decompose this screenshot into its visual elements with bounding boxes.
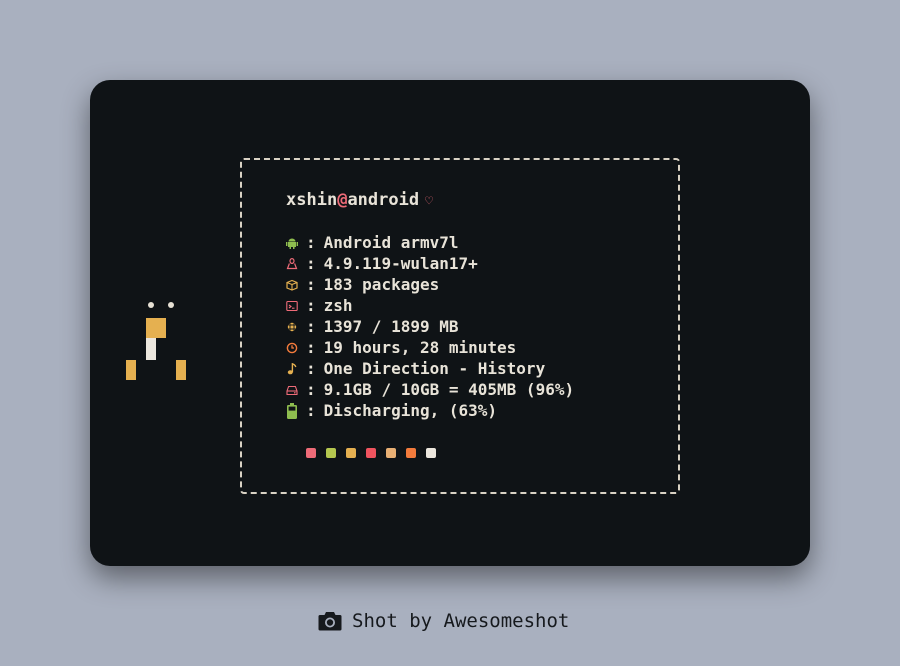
- separator: :: [306, 359, 316, 378]
- separator: :: [306, 296, 316, 315]
- separator: :: [306, 338, 316, 357]
- palette-swatch: [406, 448, 416, 458]
- mascot-body: [146, 318, 166, 338]
- clock-icon: [286, 342, 298, 353]
- list-item: : 4.9.119-wulan17+: [286, 253, 574, 274]
- memory-chip-icon: [287, 321, 297, 332]
- color-palette: [306, 448, 446, 458]
- camera-icon: [318, 612, 342, 631]
- user-host: xshin@android ♡: [286, 190, 433, 210]
- list-item: : 9.1GB / 10GB = 405MB (96%): [286, 379, 574, 400]
- list-item: : One Direction - History: [286, 358, 574, 379]
- list-item: : zsh: [286, 295, 574, 316]
- at-sign: @: [337, 190, 348, 210]
- footer-label: Shot by Awesomeshot: [352, 610, 570, 632]
- list-item: : 19 hours, 28 minutes: [286, 337, 574, 358]
- mascot-eye: [148, 302, 154, 308]
- system-info-list: : Android armv7l : 4.9.119-wulan17+ : 18…: [286, 232, 574, 421]
- mascot-leg: [176, 360, 186, 380]
- packages-value: 183 packages: [323, 275, 440, 294]
- list-item: : Discharging, (63%): [286, 400, 574, 421]
- mascot-eye: [168, 302, 174, 308]
- separator: :: [306, 275, 316, 294]
- terminal-icon: [286, 300, 298, 311]
- palette-swatch: [326, 448, 336, 458]
- disk-value: 9.1GB / 10GB = 405MB (96%): [323, 380, 575, 399]
- battery-value: Discharging, (63%): [323, 401, 498, 420]
- os-value: Android armv7l: [323, 233, 459, 252]
- mascot-body: [146, 338, 156, 360]
- linux-tux-icon: [286, 257, 298, 269]
- palette-swatch: [346, 448, 356, 458]
- separator: :: [306, 380, 316, 399]
- palette-swatch: [366, 448, 376, 458]
- separator: :: [306, 254, 316, 273]
- battery-icon: [287, 402, 297, 419]
- heart-icon: ♡: [425, 194, 433, 209]
- package-icon: [286, 279, 298, 291]
- uptime-value: 19 hours, 28 minutes: [323, 338, 517, 357]
- shell-value: zsh: [323, 296, 353, 315]
- memory-value: 1397 / 1899 MB: [323, 317, 459, 336]
- list-item: : 183 packages: [286, 274, 574, 295]
- list-item: : 1397 / 1899 MB: [286, 316, 574, 337]
- footer: Shot by Awesomeshot: [318, 610, 569, 632]
- palette-swatch: [306, 448, 316, 458]
- hostname: android: [347, 190, 420, 210]
- android-icon: [286, 238, 298, 249]
- list-item: : Android armv7l: [286, 232, 574, 253]
- kernel-value: 4.9.119-wulan17+: [323, 254, 478, 273]
- username: xshin: [286, 190, 338, 210]
- separator: :: [306, 401, 316, 420]
- music-value: One Direction - History: [323, 359, 546, 378]
- hard-drive-icon: [286, 385, 298, 395]
- separator: :: [306, 233, 316, 252]
- palette-swatch: [386, 448, 396, 458]
- palette-swatch: [426, 448, 436, 458]
- music-note-icon: [287, 362, 297, 374]
- mascot-leg: [126, 360, 136, 380]
- separator: :: [306, 317, 316, 336]
- terminal-window: xshin@android ♡ : Android armv7l : 4.9.11…: [90, 80, 810, 566]
